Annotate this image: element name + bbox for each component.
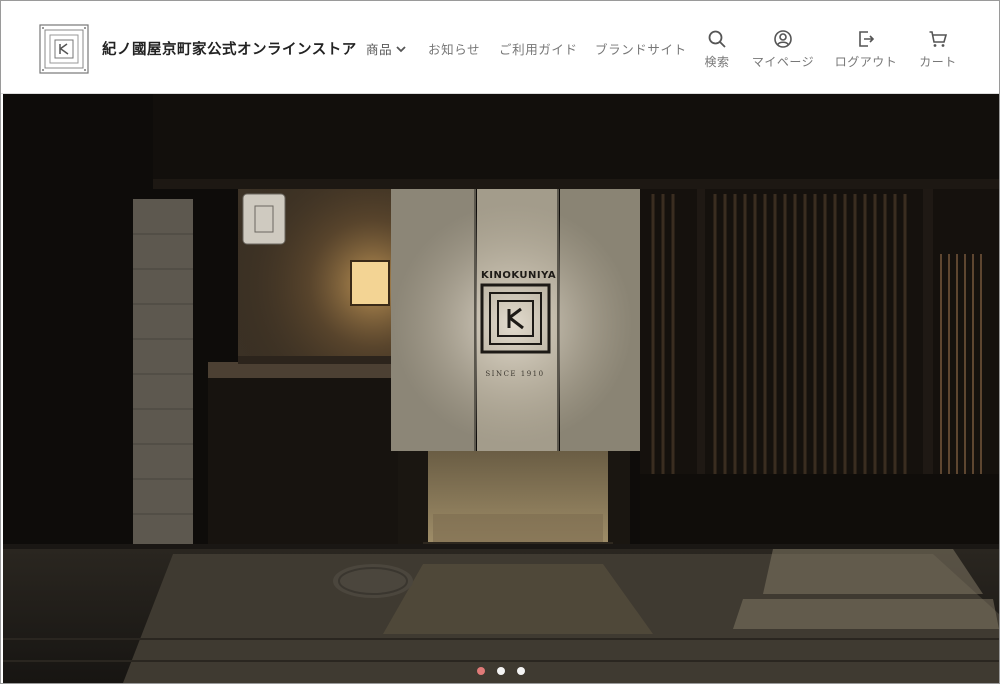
slide-dot-3[interactable]	[517, 667, 525, 675]
cart-button[interactable]: カート	[898, 29, 978, 70]
logout-icon	[859, 31, 875, 47]
slide-dot-2[interactable]	[497, 667, 505, 675]
user-icon	[774, 30, 792, 48]
nav-products[interactable]: 商品	[366, 39, 407, 58]
logout-button[interactable]: ログアウト	[826, 29, 906, 70]
slide-pagination	[477, 667, 525, 675]
page-frame: 紀ノ國屋京町家公式オンラインストア 商品 お知らせ ご利用ガイド ブランドサイト…	[0, 0, 1000, 684]
cart-icon	[929, 31, 948, 47]
cart-label: カート	[919, 55, 957, 69]
noren-logo-text: KINOKUNIYA	[481, 270, 557, 281]
site-title[interactable]: 紀ノ國屋京町家公式オンラインストア	[102, 38, 357, 59]
mypage-label: マイページ	[751, 55, 815, 69]
logout-label: ログアウト	[834, 55, 898, 69]
nav-news[interactable]: お知らせ	[428, 39, 480, 58]
search-icon	[708, 30, 726, 48]
hero-slideshow[interactable]: SINCE 1910 KINOKUNIYA	[3, 94, 999, 683]
chevron-down-icon	[396, 45, 406, 52]
nav-brand-site[interactable]: ブランドサイト	[595, 39, 687, 58]
noren-sub-text: SINCE 1910	[485, 370, 544, 378]
mypage-button[interactable]: マイページ	[743, 29, 823, 70]
kinokuniya-logo-icon[interactable]	[39, 24, 89, 74]
site-header: 紀ノ國屋京町家公式オンラインストア 商品 お知らせ ご利用ガイド ブランドサイト…	[1, 1, 999, 94]
slide-dot-1[interactable]	[477, 667, 485, 675]
nav-guide[interactable]: ご利用ガイド	[499, 39, 578, 58]
nav-products-label: 商品	[366, 42, 393, 57]
hero-image-storefront: SINCE 1910	[3, 94, 999, 683]
